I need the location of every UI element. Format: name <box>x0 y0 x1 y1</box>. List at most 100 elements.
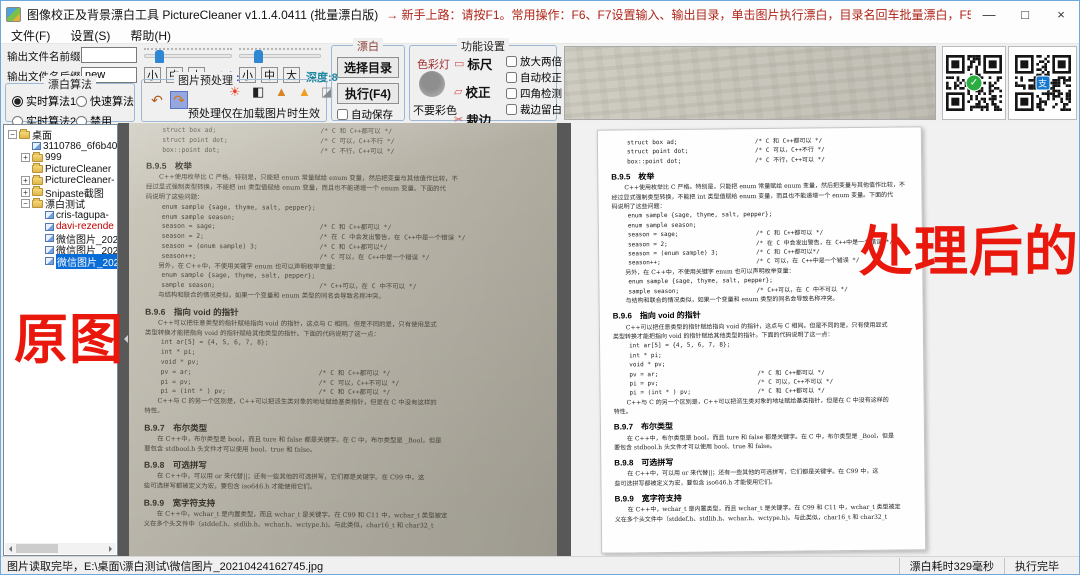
image-file-icon <box>45 257 54 265</box>
tree-item-2[interactable]: 3110786_6f6b401 <box>4 141 117 153</box>
tree-horizontal-scrollbar[interactable] <box>5 543 116 554</box>
minimize-icon: — <box>983 7 996 22</box>
image-file-icon <box>45 211 54 219</box>
tree-item-12[interactable]: 微信图片_2021 <box>4 256 117 268</box>
processed-image-panel[interactable]: struct box ad;/* C 和 C++都可以 */struct poi… <box>571 123 1079 556</box>
menu-item-3[interactable]: 帮助(H) <box>120 27 181 44</box>
app-icon <box>6 7 21 22</box>
tree-item-4[interactable]: PictureCleaner <box>4 164 117 176</box>
preprocess-note: 预处理仅在加载图片时生效 <box>188 105 320 121</box>
algorithm-option-label: 实时算法1 <box>26 93 76 109</box>
algorithm-group: 漂白算法 实时算法1快速算法实时算法2禁用 <box>5 83 135 122</box>
undo-button[interactable]: ↶ <box>148 91 166 109</box>
settings-checkbox-input-2[interactable] <box>506 72 517 83</box>
center-splitter[interactable] <box>557 123 571 556</box>
levels-icon[interactable]: ▲ <box>275 85 288 98</box>
qr-cell-alipay: 支 <box>1008 46 1077 120</box>
window-controls: — □ × <box>971 1 1079 27</box>
settings-checkbox-4[interactable]: 裁边留白 <box>506 102 562 117</box>
contrast-icon[interactable]: ◧ <box>252 85 264 98</box>
settings-checkbox-2[interactable]: 自动校正 <box>506 70 562 85</box>
tree-item-label: cris-tagupa- <box>56 210 109 221</box>
span-slider-thumb[interactable] <box>155 50 164 63</box>
expand-plus-icon[interactable]: + <box>21 153 30 162</box>
status-message: 图片读取完毕，E:\桌面\漂白测试\微信图片_20210424162745.jp… <box>1 558 899 574</box>
tool-label: 标尺 <box>467 54 492 73</box>
depth-slider-track[interactable] <box>239 54 321 58</box>
tree-item-1[interactable]: −桌面 <box>4 129 117 141</box>
menu-bar: 文件(F)设置(S)帮助(H) <box>1 27 1079 44</box>
bleach-group: 漂白 选择目录 执行(F4) 自动保存 <box>331 45 405 121</box>
correct-tool[interactable]: ▱校正 <box>454 82 492 101</box>
processed-page: struct box ad;/* C 和 C++都可以 */struct poi… <box>597 126 926 553</box>
brightness-icon[interactable]: ☀ <box>229 85 241 98</box>
ruler-tool[interactable]: ▭标尺 <box>454 54 492 73</box>
processed-document-image: struct box ad;/* C 和 C++都可以 */struct poi… <box>611 135 919 524</box>
settings-checkbox-3[interactable]: 四角检测 <box>506 86 562 101</box>
tree-item-8[interactable]: cris-tagupa- <box>4 210 117 222</box>
window-title: 图像校正及背景漂白工具 PictureCleaner v1.1.4.0411 (… <box>27 6 378 23</box>
depth-slider-thumb[interactable] <box>254 50 263 63</box>
redo-button[interactable]: ↷ <box>170 91 188 109</box>
autosave-checkbox[interactable]: 自动保存 <box>337 107 393 122</box>
image-file-icon <box>45 223 54 231</box>
ruler-icon: ▭ <box>454 57 464 70</box>
collapse-minus-icon[interactable]: − <box>8 130 17 139</box>
image-file-icon <box>45 246 54 254</box>
scrollbar-thumb[interactable] <box>16 544 58 553</box>
close-button[interactable]: × <box>1043 1 1079 27</box>
maximize-icon: □ <box>1021 7 1029 22</box>
scroll-left-arrow-icon[interactable] <box>5 543 16 554</box>
menu-item-1[interactable]: 文件(F) <box>1 27 60 44</box>
processed-annotation: 处理后的 <box>859 225 1079 279</box>
color-light-label: 色彩灯 <box>417 56 450 72</box>
scroll-right-arrow-icon[interactable] <box>105 543 116 554</box>
settings-group-title: 功能设置 <box>457 38 509 54</box>
folder-icon <box>32 165 43 173</box>
scrollbar-track[interactable] <box>16 543 105 554</box>
image-file-icon <box>32 142 41 150</box>
autosave-checkbox-input[interactable] <box>337 109 348 120</box>
doc-comment: /* C 和 C++都可以 */ <box>757 387 824 397</box>
select-directory-button[interactable]: 选择目录 <box>337 57 399 78</box>
menu-item-2[interactable]: 设置(S) <box>60 27 120 44</box>
minimize-button[interactable]: — <box>971 1 1007 27</box>
close-icon: × <box>1057 7 1065 22</box>
algorithm-radio-1[interactable] <box>12 96 23 107</box>
wechat-check-badge-icon: ✓ <box>966 75 983 92</box>
span-slider-track[interactable] <box>144 54 232 58</box>
prefix-input[interactable] <box>81 47 137 63</box>
expand-plus-icon[interactable]: + <box>21 188 30 197</box>
bleach-group-title: 漂白 <box>353 38 383 54</box>
algorithm-option-2[interactable]: 快速算法 <box>76 93 132 109</box>
tree-item-3[interactable]: +999 <box>4 152 117 164</box>
settings-checkbox-input-1[interactable] <box>506 56 517 67</box>
status-bleach-time: 漂白耗时329毫秒 <box>899 558 1004 574</box>
collapse-minus-icon[interactable]: − <box>21 199 30 208</box>
no-color-label: 不要彩色 <box>413 102 457 118</box>
doc-code: box::point dot; <box>627 156 755 167</box>
tree-item-label: 999 <box>45 152 62 163</box>
doc-comment: /* C 不行，C++可以 */ <box>755 155 825 165</box>
span-slider-block: 小 中 大 跨度:12 <box>144 48 232 58</box>
doc-comment: /* C 可以，在 C++中是一个错误 */ <box>756 256 859 266</box>
settings-checkbox-input-4[interactable] <box>506 104 517 115</box>
original-image-panel[interactable]: struct box ad;/* C 和 C++都可以 */struct poi… <box>129 123 557 556</box>
algorithm-option-1[interactable]: 实时算法1 <box>12 93 76 109</box>
color-light-indicator[interactable] <box>419 71 445 97</box>
paper-texture-preview[interactable] <box>564 46 936 120</box>
sharpen-icon[interactable]: ▲ <box>298 85 311 98</box>
execute-button[interactable]: 执行(F4) <box>337 83 399 104</box>
settings-tools: ▭标尺▱校正✂裁边 <box>454 54 492 129</box>
folder-icon <box>32 200 43 208</box>
title-bar: 图像校正及背景漂白工具 PictureCleaner v1.1.4.0411 (… <box>1 1 1079 27</box>
folder-icon <box>32 177 43 185</box>
settings-checkbox-input-3[interactable] <box>506 88 517 99</box>
doc-line: 与结构和联合的情况类似，如果一个变量和 enum 类型的同名会导致名称冲突。 <box>613 293 917 306</box>
settings-checkbox-1[interactable]: 放大两倍 <box>506 54 562 69</box>
algorithm-radio-2[interactable] <box>76 96 87 107</box>
folder-icon <box>32 188 43 196</box>
expand-plus-icon[interactable]: + <box>21 176 30 185</box>
maximize-button[interactable]: □ <box>1007 1 1043 27</box>
preprocess-group: 图片预处理 ↶↷ ☀◧▲▲◪ 预处理仅在加载图片时生效 <box>141 79 327 122</box>
